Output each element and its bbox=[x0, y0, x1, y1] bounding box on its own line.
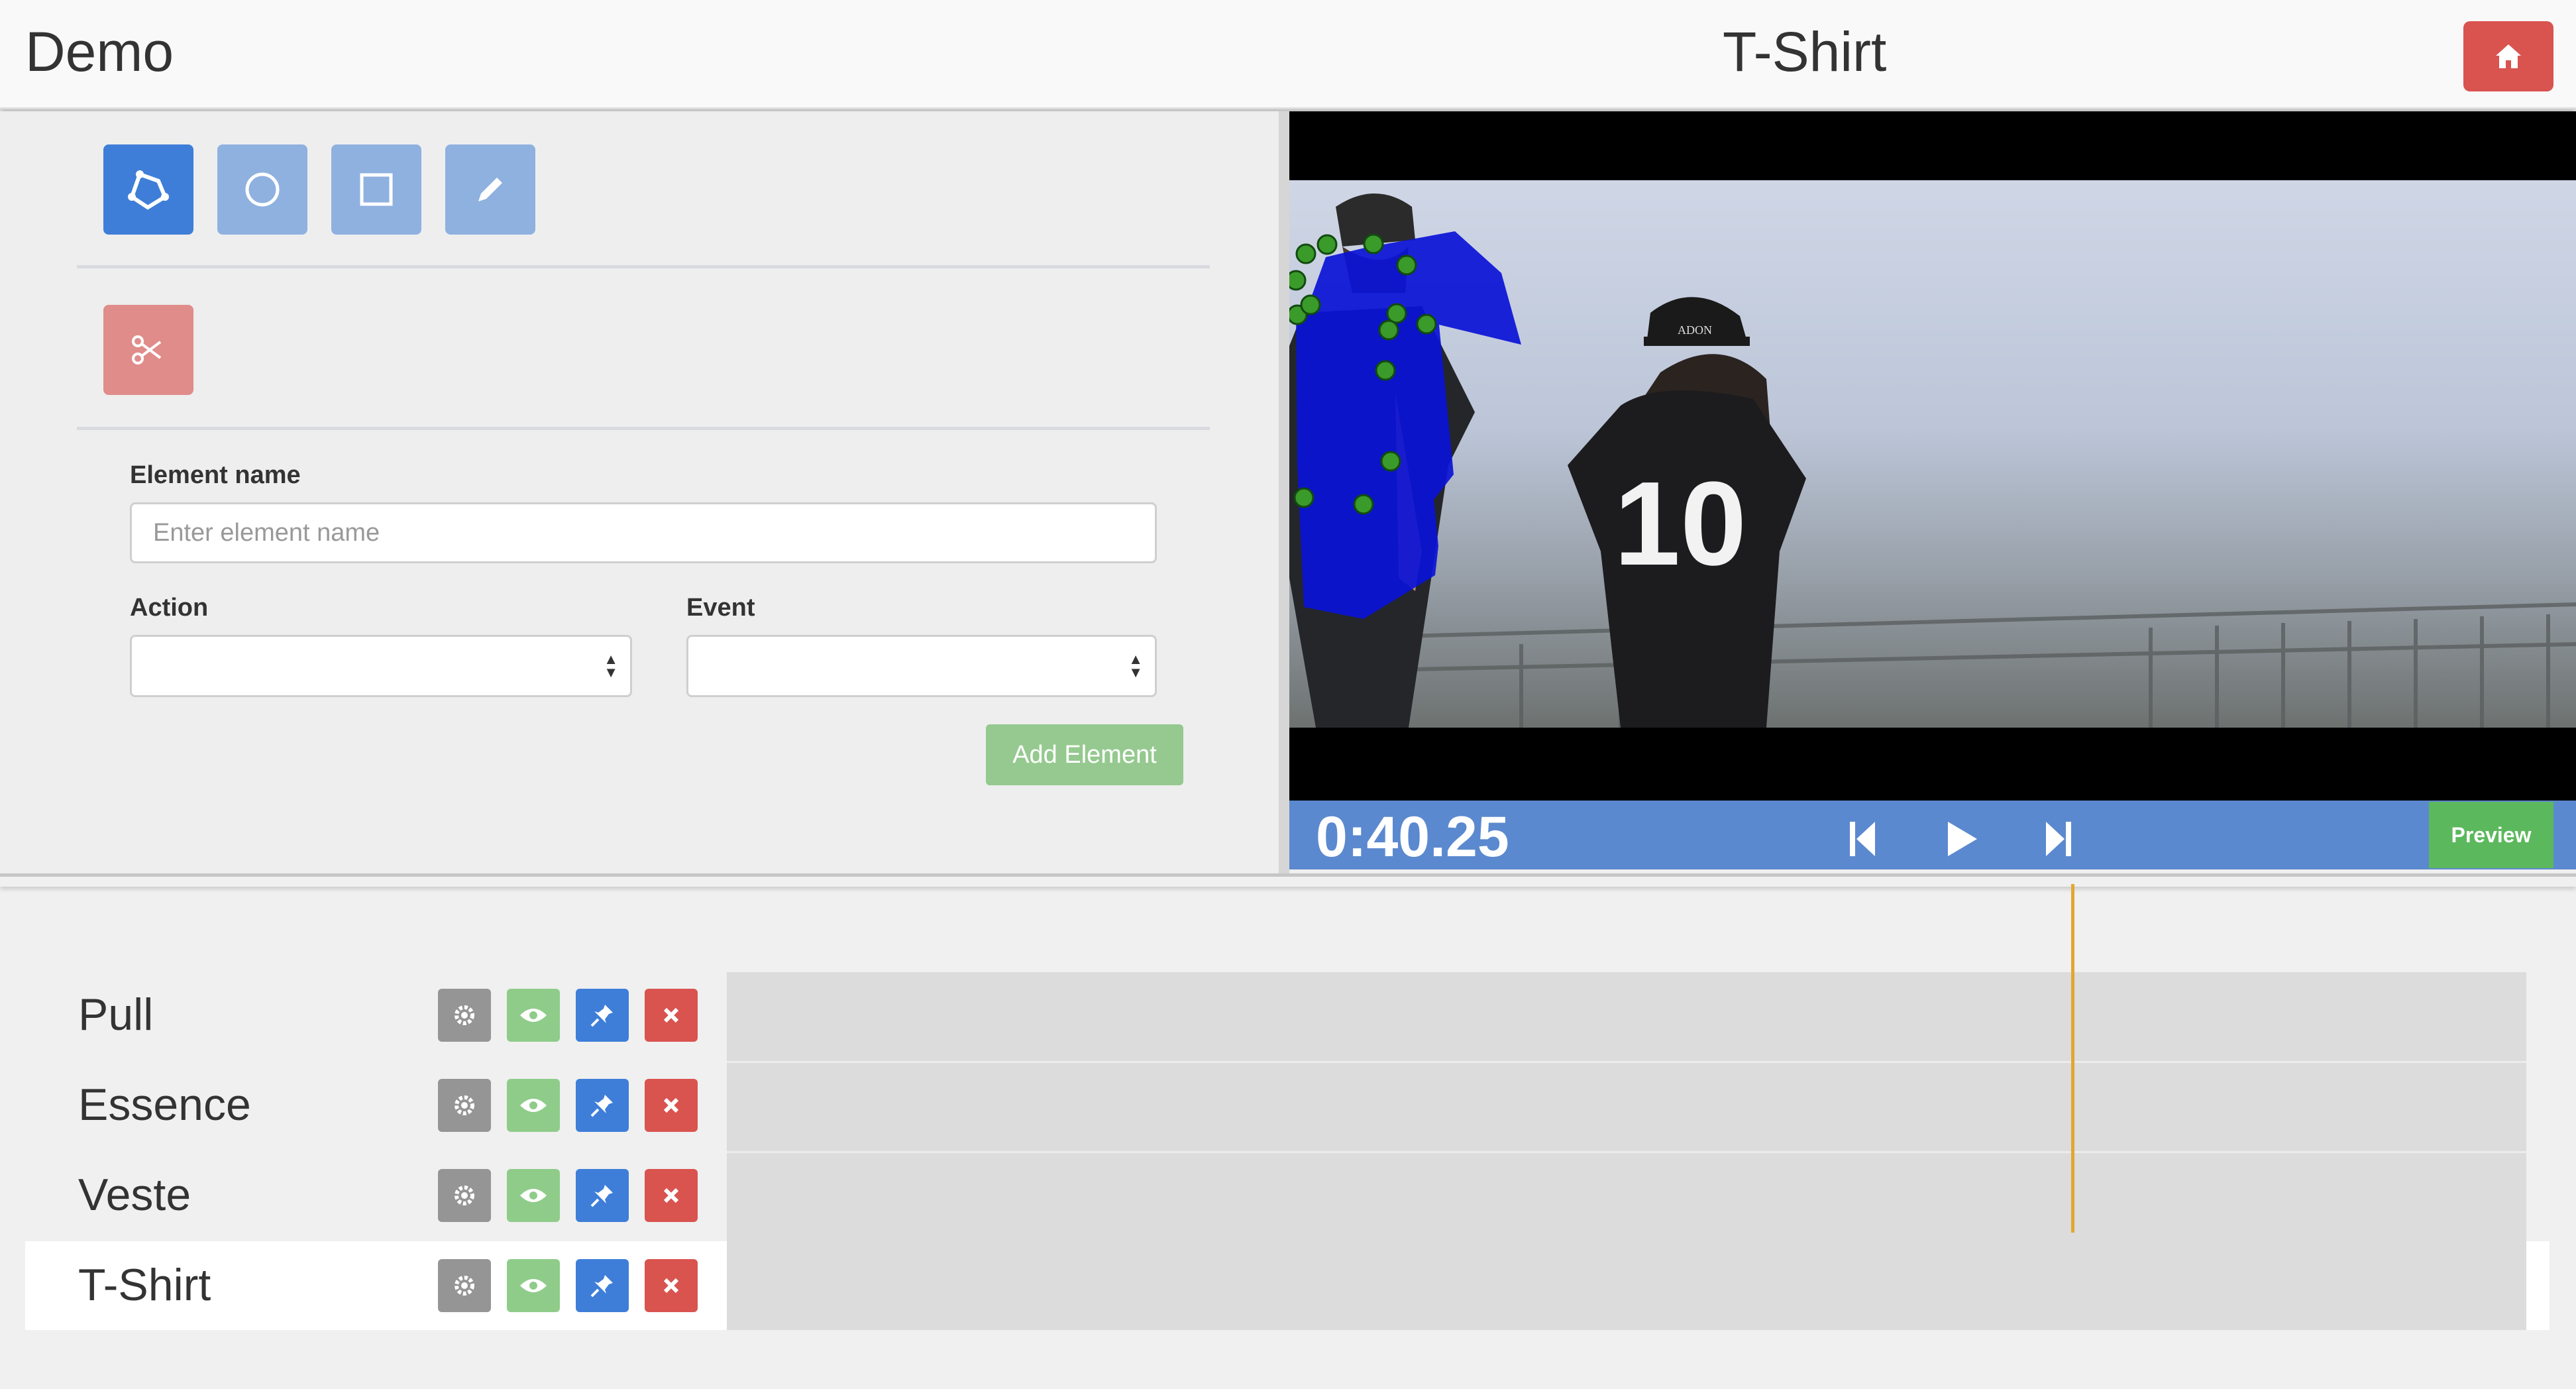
element-name-placeholder: Enter element name bbox=[153, 518, 380, 547]
cap-text: ADON bbox=[1678, 323, 1712, 337]
tools-separator bbox=[77, 265, 1210, 268]
home-icon bbox=[2496, 44, 2521, 68]
eye-icon bbox=[520, 1189, 547, 1202]
cut-separator bbox=[77, 427, 1210, 430]
gear-icon bbox=[455, 1186, 474, 1205]
action-select[interactable]: ▲ ▼ bbox=[130, 635, 632, 697]
skip-back-icon[interactable] bbox=[1849, 819, 1878, 859]
pin-button[interactable] bbox=[576, 989, 629, 1042]
close-icon bbox=[663, 1278, 679, 1294]
pin-icon bbox=[590, 1275, 613, 1298]
pin-icon bbox=[590, 1005, 613, 1027]
pin-icon bbox=[590, 1095, 613, 1117]
gear-icon bbox=[455, 1095, 474, 1115]
eye-icon bbox=[520, 1099, 547, 1112]
eye-icon bbox=[520, 1279, 547, 1292]
gear-icon bbox=[455, 1276, 474, 1296]
settings-button[interactable] bbox=[438, 1259, 491, 1312]
delete-button[interactable] bbox=[645, 1259, 698, 1312]
action-label: Action bbox=[130, 594, 209, 622]
row-label[interactable]: Essence bbox=[78, 1079, 251, 1131]
pin-button[interactable] bbox=[576, 1079, 629, 1132]
cut-tool-button[interactable] bbox=[103, 305, 193, 395]
settings-button[interactable] bbox=[438, 1079, 491, 1132]
video-frame[interactable]: ADON 10 bbox=[1289, 180, 2576, 728]
visibility-button[interactable] bbox=[507, 1169, 560, 1222]
close-icon bbox=[663, 1007, 679, 1023]
row-label[interactable]: T-Shirt bbox=[78, 1259, 211, 1311]
pencil-icon bbox=[478, 178, 502, 201]
visibility-button[interactable] bbox=[507, 1079, 560, 1132]
pin-button[interactable] bbox=[576, 1169, 629, 1222]
woman-figure: ADON 10 bbox=[1568, 297, 1806, 728]
circle-tool-button[interactable] bbox=[217, 144, 307, 235]
add-element-button[interactable]: Add Element bbox=[986, 724, 1183, 785]
tshirt-polygon[interactable] bbox=[1296, 231, 1521, 619]
timecode: 0:40.25 bbox=[1316, 805, 1509, 869]
selected-track[interactable] bbox=[727, 1241, 2526, 1330]
playhead[interactable] bbox=[2071, 884, 2074, 1233]
play-icon[interactable] bbox=[1944, 819, 1980, 859]
rectangle-tool-button[interactable] bbox=[331, 144, 421, 235]
element-name-input[interactable]: Enter element name bbox=[130, 502, 1157, 563]
pin-button[interactable] bbox=[576, 1259, 629, 1312]
eye-icon bbox=[520, 1009, 547, 1022]
delete-button[interactable] bbox=[645, 1169, 698, 1222]
gear-icon bbox=[455, 1005, 474, 1025]
pin-icon bbox=[590, 1185, 613, 1207]
delete-button[interactable] bbox=[645, 1079, 698, 1132]
close-icon bbox=[663, 1097, 679, 1113]
settings-button[interactable] bbox=[438, 1169, 491, 1222]
select-arrows-icon: ▲ ▼ bbox=[1128, 651, 1143, 681]
pencil-tool-button[interactable] bbox=[445, 144, 535, 235]
polygon-icon bbox=[128, 170, 169, 210]
visibility-button[interactable] bbox=[507, 1259, 560, 1312]
polygon-tool-button[interactable] bbox=[103, 144, 193, 235]
row-label[interactable]: Pull bbox=[78, 989, 153, 1040]
skip-forward-icon[interactable] bbox=[2043, 819, 2072, 859]
header-bar bbox=[0, 0, 2576, 109]
visibility-button[interactable] bbox=[507, 989, 560, 1042]
event-label: Event bbox=[686, 594, 755, 622]
circle-icon bbox=[245, 172, 280, 207]
panel-divider[interactable] bbox=[1279, 111, 1289, 878]
track-separator bbox=[727, 1151, 2526, 1153]
delete-button[interactable] bbox=[645, 989, 698, 1042]
close-icon bbox=[663, 1188, 679, 1203]
app-title: Demo bbox=[25, 21, 174, 83]
settings-button[interactable] bbox=[438, 989, 491, 1042]
square-icon bbox=[360, 173, 393, 206]
timeline-divider[interactable] bbox=[0, 873, 2576, 887]
railing bbox=[1355, 602, 2576, 728]
home-button[interactable] bbox=[2463, 21, 2553, 91]
preview-button[interactable]: Preview bbox=[2429, 802, 2553, 868]
page-title: T-Shirt bbox=[1723, 21, 1887, 83]
row-label[interactable]: Veste bbox=[78, 1169, 191, 1221]
element-name-label: Element name bbox=[130, 461, 301, 489]
scissors-icon bbox=[132, 335, 162, 364]
jersey-number: 10 bbox=[1614, 457, 1746, 590]
select-arrows-icon: ▲ ▼ bbox=[604, 651, 618, 681]
track-separator bbox=[727, 1061, 2526, 1063]
event-select[interactable]: ▲ ▼ bbox=[686, 635, 1157, 697]
